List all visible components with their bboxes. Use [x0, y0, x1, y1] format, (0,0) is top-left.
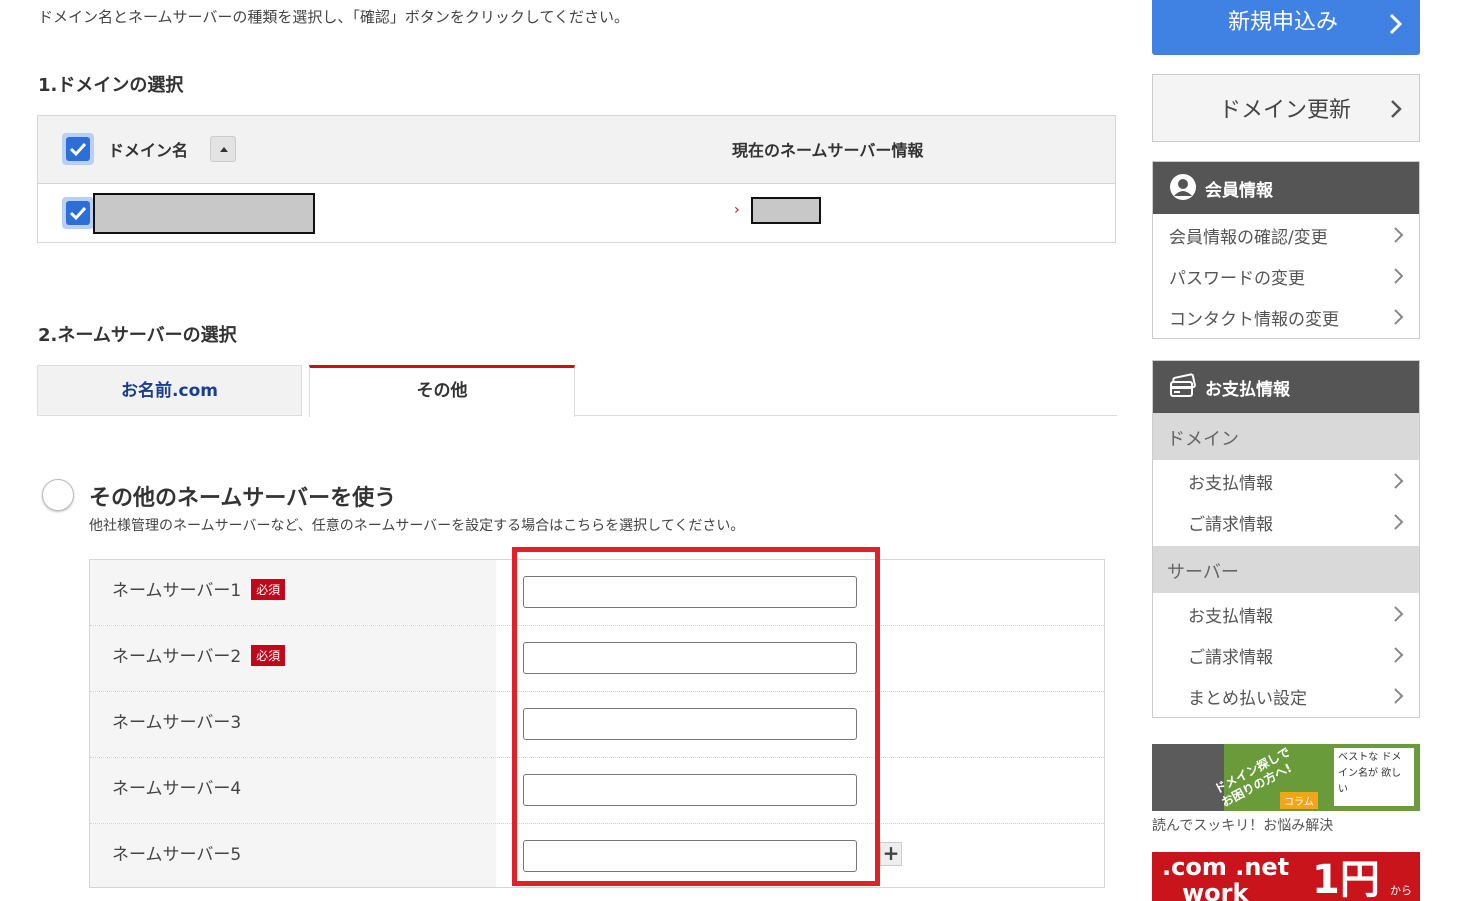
sort-ascending-button[interactable] [210, 136, 236, 162]
check-icon [69, 142, 87, 157]
nameserver-5-label: ネームサーバー5 [112, 845, 242, 865]
sidebar-item-server-billing[interactable]: ご請求情報 [1153, 634, 1419, 675]
banner-tlds: .com .net [1162, 853, 1290, 881]
use-other-nameserver-radio[interactable] [42, 479, 74, 511]
chevron-right-icon [1389, 13, 1403, 35]
highlight-annotation-box [512, 547, 880, 886]
user-icon [1170, 174, 1196, 200]
required-badge: 必須 [251, 645, 286, 666]
domain-table: ドメイン名 現在のネームサーバー情報 › [37, 115, 1116, 243]
column-banner[interactable]: ドメイン探しで お困りの方へ! コラム ベストな ドメイン名が 欲しい [1152, 744, 1420, 811]
nameserver-2-label: ネームサーバー2 [112, 647, 242, 667]
domain-renewal-button[interactable]: ドメイン更新 [1152, 74, 1420, 142]
tab-onamae[interactable]: お名前.com [37, 365, 302, 416]
row-marker-icon: › [734, 202, 740, 218]
nameserver-1-label: ネームサーバー1 [112, 581, 242, 601]
domain-name-column-header: ドメイン名 [108, 141, 189, 160]
banner-price: 1円 [1312, 857, 1380, 901]
member-info-panel: 会員情報 会員情報の確認/変更 パスワードの変更 コンタクト情報の変更 [1152, 161, 1420, 339]
sidebar-item-contact[interactable]: コンタクト情報の変更 [1153, 296, 1419, 337]
payment-info-title: お支払情報 [1205, 380, 1290, 400]
sidebar-item-domain-billing[interactable]: ご請求情報 [1153, 501, 1419, 542]
other-nameserver-title: その他のネームサーバーを使う [89, 486, 397, 511]
add-nameserver-button[interactable]: + [880, 842, 902, 866]
tab-divider [575, 415, 1117, 416]
domain-section-title: 1.ドメインの選択 [38, 75, 184, 96]
banner-tld-work: work [1182, 879, 1249, 901]
sidebar-item-password[interactable]: パスワードの変更 [1153, 255, 1419, 296]
credit-card-icon [1170, 373, 1196, 397]
sidebar-item-member-info[interactable]: 会員情報の確認/変更 [1153, 214, 1419, 255]
nameserver-info-column-header: 現在のネームサーバー情報 [732, 141, 924, 160]
sidebar-item-server-payment[interactable]: お支払情報 [1153, 593, 1419, 634]
sidebar-item-domain-payment[interactable]: お支払情報 [1153, 460, 1419, 501]
select-all-checkbox[interactable] [62, 133, 94, 165]
redacted-domain-name [93, 193, 315, 234]
nameserver-3-label: ネームサーバー3 [112, 713, 242, 733]
chevron-right-icon [1394, 606, 1404, 622]
chevron-right-icon [1394, 688, 1404, 704]
banner-note: ベストな ドメイン名が 欲しい [1334, 748, 1414, 806]
banner-photo [1152, 744, 1224, 811]
chevron-right-icon [1394, 473, 1404, 489]
domain-table-header: ドメイン名 現在のネームサーバー情報 [38, 116, 1115, 184]
chevron-right-icon [1394, 647, 1404, 663]
redacted-nameserver-info [751, 197, 821, 224]
member-info-title: 会員情報 [1205, 181, 1273, 201]
banner-tag: コラム [1280, 792, 1318, 809]
new-application-button[interactable]: 新規申込み [1152, 0, 1420, 55]
chevron-right-icon [1391, 100, 1402, 118]
nameserver-section-title: 2.ネームサーバーの選択 [38, 325, 237, 346]
payment-group-domain: ドメイン [1153, 413, 1419, 460]
nameserver-4-label: ネームサーバー4 [112, 779, 242, 799]
price-banner[interactable]: .com .net work 1円 から [1152, 852, 1420, 901]
instruction-text: ドメイン名とネームサーバーの種類を選択し、「確認」ボタンをクリックしてください。 [38, 8, 630, 26]
chevron-right-icon [1394, 227, 1404, 243]
chevron-right-icon [1394, 514, 1404, 530]
chevron-right-icon [1394, 268, 1404, 284]
required-badge: 必須 [251, 579, 286, 600]
chevron-right-icon [1394, 309, 1404, 325]
sidebar-item-bulk-payment[interactable]: まとめ払い設定 [1153, 675, 1419, 716]
other-nameserver-description: 他社様管理のネームサーバーなど、任意のネームサーバーを設定する場合はこちらを選択… [89, 518, 745, 534]
tab-other[interactable]: その他 [309, 365, 575, 417]
banner-from: から [1390, 884, 1412, 897]
payment-group-server: サーバー [1153, 546, 1419, 593]
payment-info-panel: お支払情報 ドメイン お支払情報 ご請求情報 サーバー お支払情報 ご請求情報 … [1152, 360, 1420, 718]
check-icon [69, 206, 87, 221]
banner-caption: 読んでスッキリ！お悩み解決 [1152, 818, 1334, 834]
domain-row-checkbox[interactable] [62, 197, 94, 229]
